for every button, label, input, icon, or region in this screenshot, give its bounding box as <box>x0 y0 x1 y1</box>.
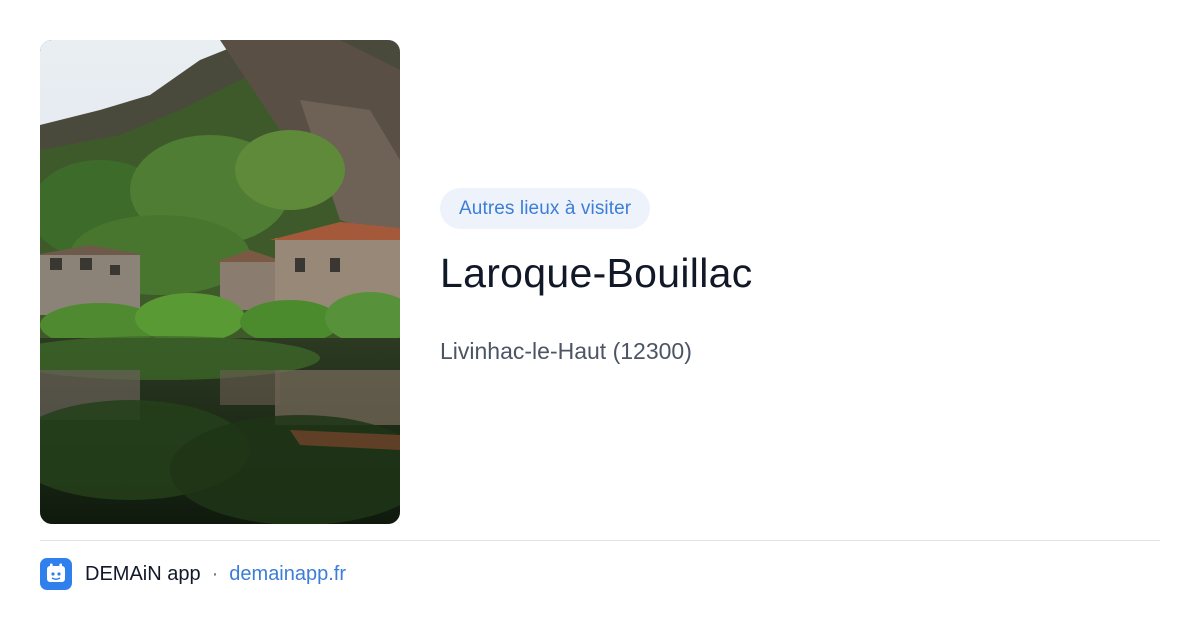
category-badge[interactable]: Autres lieux à visiter <box>440 188 651 229</box>
place-photo <box>40 40 400 524</box>
app-url-link[interactable]: demainapp.fr <box>229 563 346 586</box>
place-location: Livinhac-le-Haut (12300) <box>440 338 692 364</box>
footer-divider <box>40 540 1160 541</box>
demain-logo-icon[interactable] <box>40 558 72 590</box>
app-name: DEMAiN app <box>85 562 201 585</box>
place-info: Autres lieux à visiter Laroque-Bouillac … <box>440 188 1160 366</box>
footer-separator: · <box>211 562 219 585</box>
place-title: Laroque-Bouillac <box>440 250 753 296</box>
share-card: Autres lieux à visiter Laroque-Bouillac … <box>0 0 1200 630</box>
footer: DEMAiN app · demainapp.fr <box>40 558 346 590</box>
